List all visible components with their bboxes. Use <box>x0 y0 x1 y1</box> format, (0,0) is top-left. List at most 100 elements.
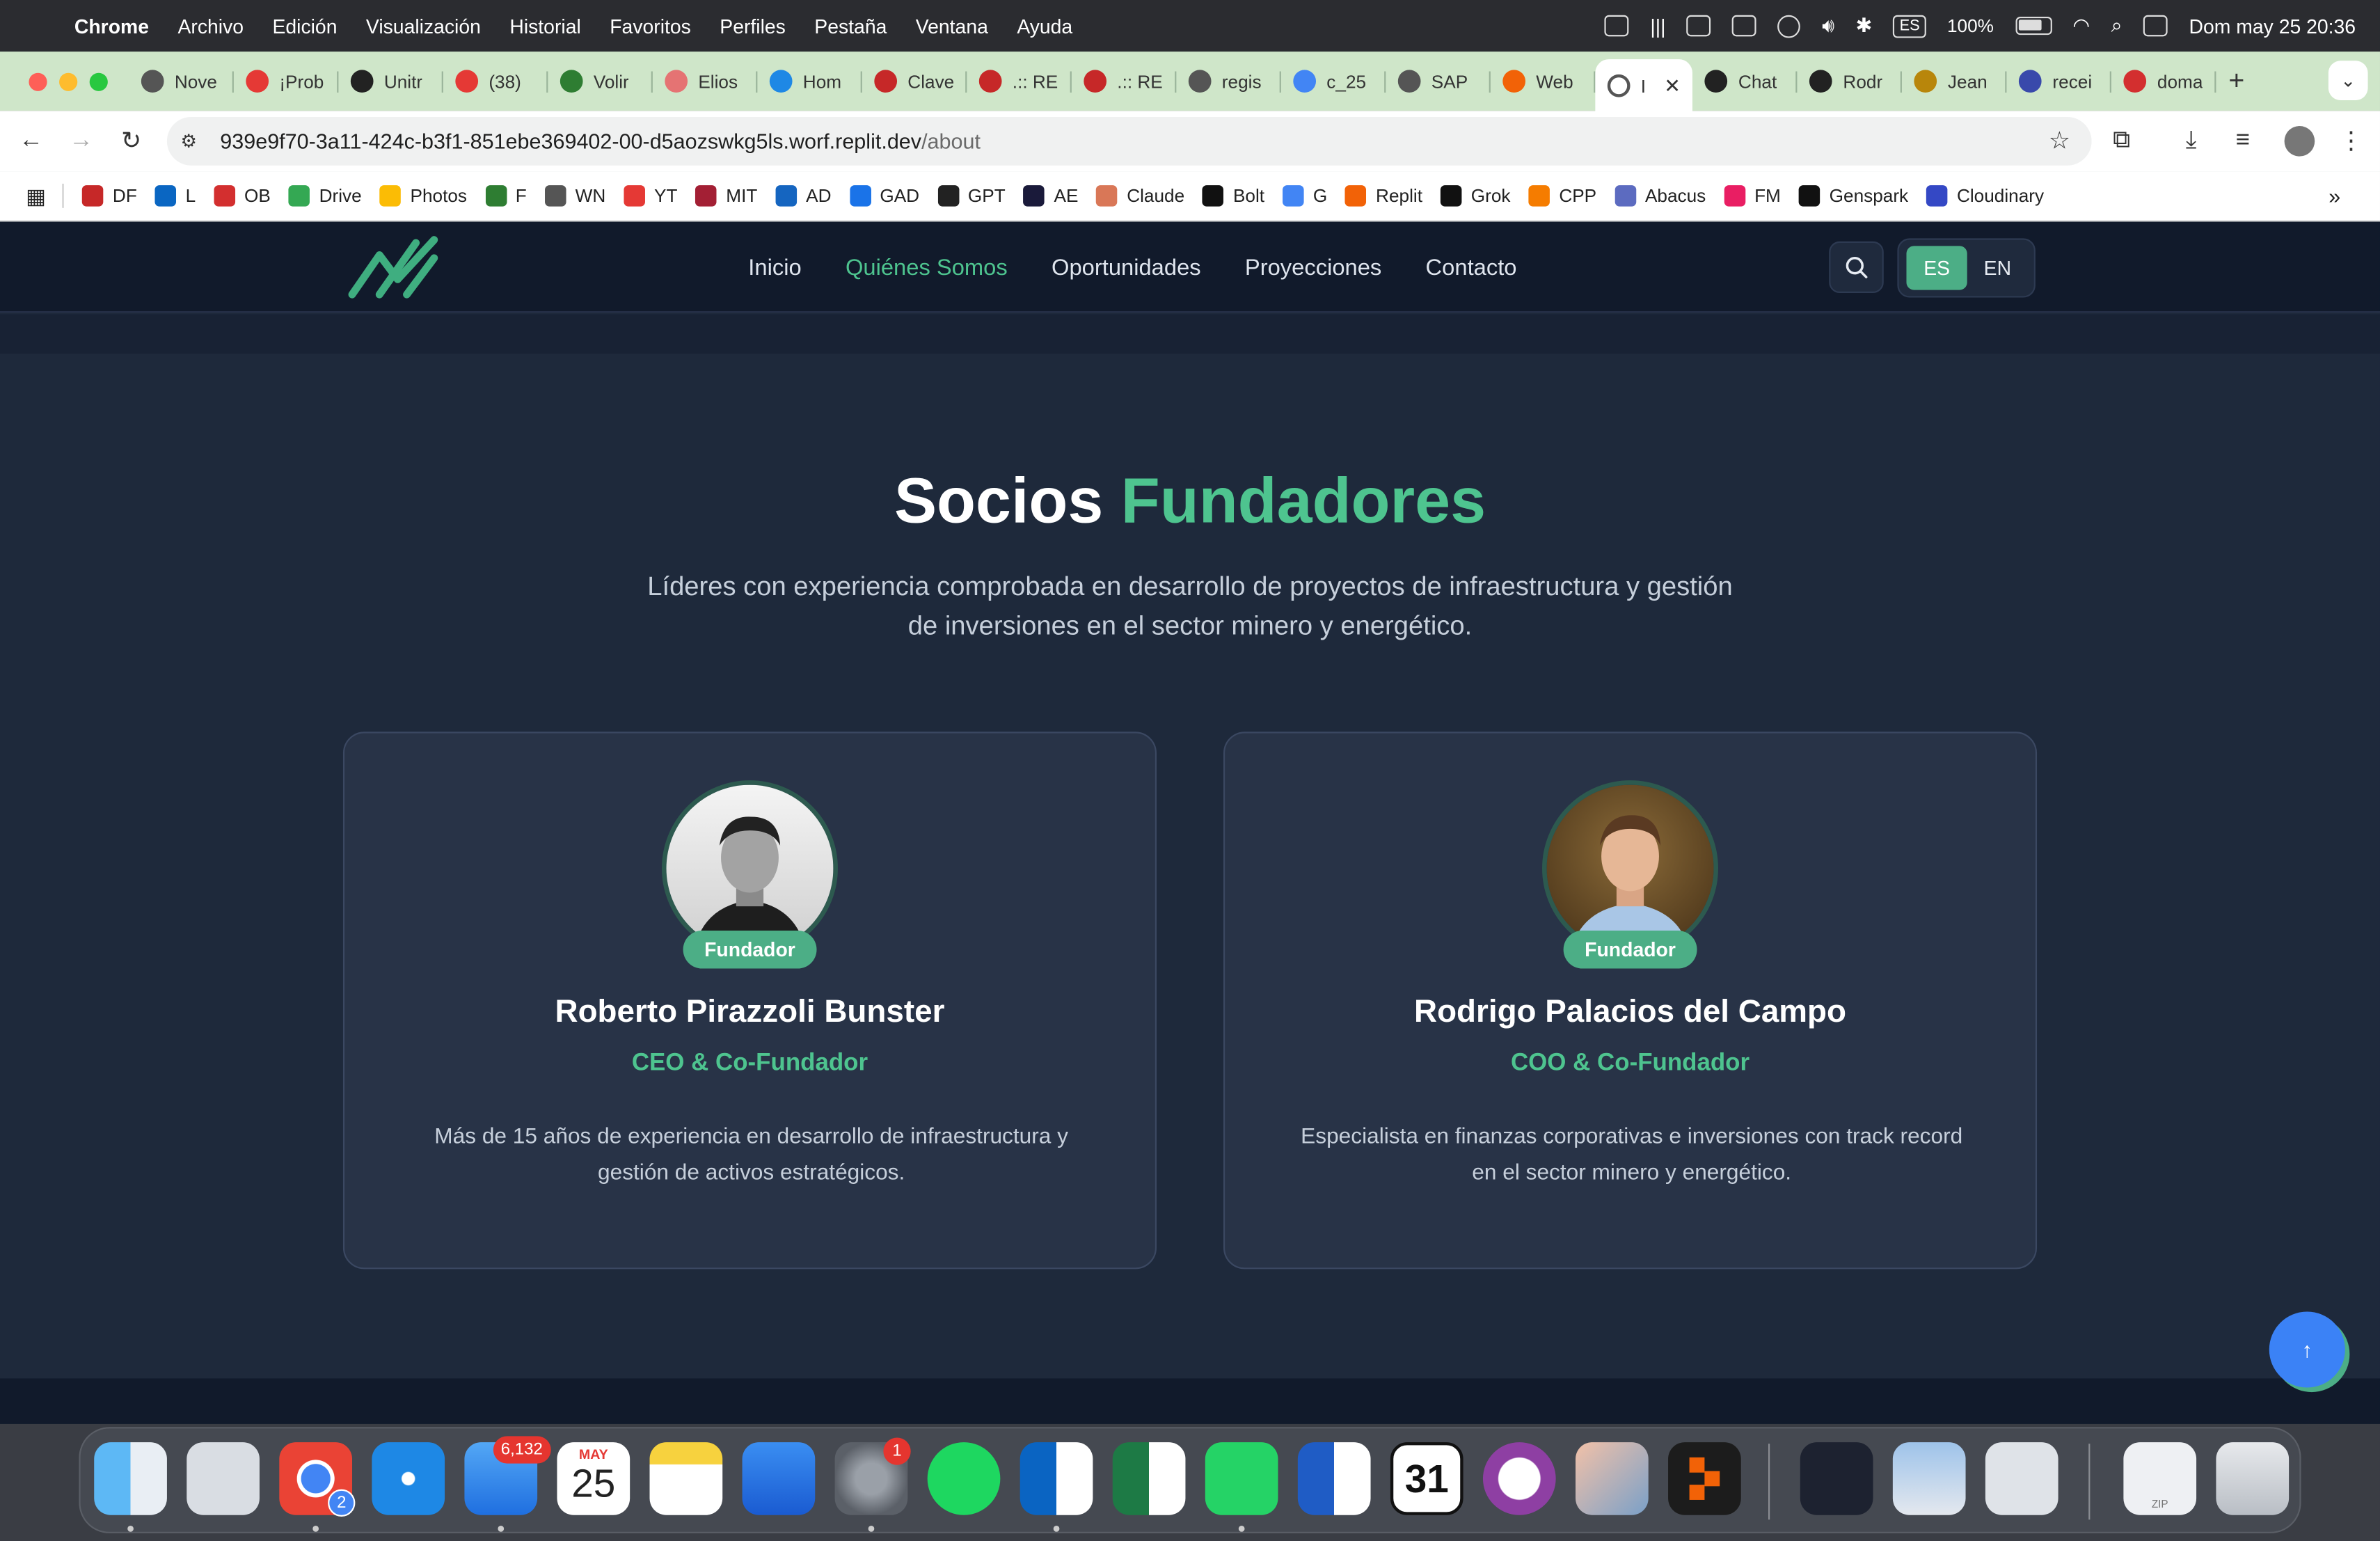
zoom-window-button[interactable] <box>89 72 108 90</box>
utility-icon[interactable] <box>1985 1442 2058 1515</box>
lang-en-button[interactable]: EN <box>1967 246 2028 290</box>
menu-perfiles[interactable]: Perfiles <box>720 15 786 38</box>
bookmark-ob[interactable]: OB <box>214 185 271 207</box>
nav-quienes-somos[interactable]: Quiénes Somos <box>846 254 1008 280</box>
tab-active[interactable]: I ✕ <box>1595 58 1693 113</box>
tab-a-6[interactable]: Hom <box>757 58 862 104</box>
forward-button[interactable]: → <box>56 127 106 155</box>
play-icon[interactable] <box>1777 14 1801 38</box>
menu-app-name[interactable]: Chrome <box>74 15 149 38</box>
finder-icon[interactable] <box>94 1442 167 1515</box>
tab-b-0[interactable]: Chat <box>1692 58 1798 104</box>
minimize-window-button[interactable] <box>59 72 78 90</box>
more-bookmarks-icon[interactable]: » <box>2329 184 2340 208</box>
tab-a-9[interactable]: .:: RE <box>1072 58 1177 104</box>
bookmark-gpt[interactable]: GPT <box>937 185 1006 207</box>
whatsapp-icon[interactable] <box>1205 1442 1278 1515</box>
spotlight-icon[interactable]: ⌕ <box>2111 14 2123 38</box>
menu-visualizacion[interactable]: Visualización <box>366 15 481 38</box>
tab-a-11[interactable]: c_25 <box>1281 58 1386 104</box>
replit-icon[interactable] <box>1668 1442 1741 1515</box>
close-tab-icon[interactable]: ✕ <box>1664 74 1681 98</box>
tab-a-4[interactable]: Volir <box>548 58 653 104</box>
bookmark-star-icon[interactable]: ☆ <box>2049 126 2070 157</box>
bookmark-drive[interactable]: Drive <box>288 185 362 207</box>
tab-b-2[interactable]: Jean <box>1902 58 2007 104</box>
wifi-icon[interactable]: ◠ <box>2072 14 2090 38</box>
bookmark-mit[interactable]: MIT <box>695 185 757 207</box>
battery-icon[interactable] <box>2015 16 2052 35</box>
bookmark-df[interactable]: DF <box>82 185 137 207</box>
bookmark-ad[interactable]: AD <box>775 185 832 207</box>
webex-icon[interactable] <box>1800 1442 1873 1515</box>
scroll-to-top-button[interactable]: ↑ <box>2269 1311 2345 1388</box>
tab-search-button[interactable]: ⌄ <box>2328 61 2368 100</box>
bookmark-wn[interactable]: WN <box>544 185 605 207</box>
back-button[interactable]: ← <box>6 127 56 155</box>
iphone-mirroring-icon[interactable] <box>1576 1442 1649 1515</box>
nav-inicio[interactable]: Inicio <box>748 254 801 280</box>
control-center-icon[interactable] <box>2143 15 2168 37</box>
url-text[interactable]: 939e9f70-3a11-424c-b3f1-851ebe369402-00-… <box>220 129 981 153</box>
menu-edicion[interactable]: Edición <box>272 15 337 38</box>
bookmark-cpp[interactable]: CPP <box>1528 185 1596 207</box>
new-tab-button[interactable]: + <box>2228 65 2244 97</box>
audio-wave-icon[interactable]: ||| <box>1650 15 1665 38</box>
outlook-icon[interactable] <box>1020 1442 1093 1515</box>
menu-archivo[interactable]: Archivo <box>177 15 244 38</box>
volume-icon[interactable]: 🔊︎ <box>1822 14 1834 38</box>
zip-file-icon[interactable]: ZIP <box>2123 1442 2197 1515</box>
download-icon[interactable]: ⤓ <box>2186 111 2196 171</box>
nav-proyecciones[interactable]: Proyecciones <box>1245 254 1381 280</box>
address-bar[interactable]: ⚙ 939e9f70-3a11-424c-b3f1-851ebe369402-0… <box>166 116 2092 166</box>
translate-icon[interactable] <box>1604 15 1629 37</box>
nav-contacto[interactable]: Contacto <box>1426 254 1517 280</box>
menu-pestana[interactable]: Pestaña <box>814 15 887 38</box>
apps-grid-icon[interactable]: ▦ <box>26 183 46 209</box>
bookmark-bolt[interactable]: Bolt <box>1203 185 1264 207</box>
close-window-button[interactable] <box>29 72 47 90</box>
tab-a-12[interactable]: SAP <box>1386 58 1491 104</box>
bookmark-g[interactable]: G <box>1283 185 1327 207</box>
bookmark-photos[interactable]: Photos <box>379 185 467 207</box>
drive-icon[interactable] <box>1732 15 1757 37</box>
tab-b-1[interactable]: Rodr <box>1798 58 1903 104</box>
tab-a-0[interactable]: Nove <box>129 58 234 104</box>
menu-ayuda[interactable]: Ayuda <box>1017 15 1072 38</box>
bookmark-fm[interactable]: FM <box>1724 185 1781 207</box>
site-search-button[interactable] <box>1829 241 1884 293</box>
tab-a-8[interactable]: .:: RE <box>967 58 1072 104</box>
bookmark-claude[interactable]: Claude <box>1096 185 1184 207</box>
safari-icon[interactable] <box>372 1442 445 1515</box>
tab-b-3[interactable]: recei <box>2007 58 2112 104</box>
bookmark-replit[interactable]: Replit <box>1345 185 1422 207</box>
calendar2-icon[interactable]: 31 <box>1390 1442 1463 1515</box>
bookmark-grok[interactable]: Grok <box>1441 185 1511 207</box>
window-icon[interactable] <box>1687 15 1711 37</box>
recorder-icon[interactable] <box>1482 1442 1556 1515</box>
menu-ventana[interactable]: Ventana <box>916 15 988 38</box>
chrome-menu-icon[interactable]: ⋮ <box>2339 111 2363 171</box>
input-source-badge[interactable]: ES <box>1893 14 1926 38</box>
spotify-icon[interactable] <box>927 1442 1001 1515</box>
reload-button[interactable]: ↻ <box>106 126 157 157</box>
profile-avatar[interactable] <box>2284 126 2315 157</box>
nav-oportunidades[interactable]: Oportunidades <box>1052 254 1201 280</box>
tab-a-10[interactable]: regis <box>1176 58 1281 104</box>
bookmark-l[interactable]: L <box>154 185 196 207</box>
trash-icon[interactable] <box>2216 1442 2290 1515</box>
site-info-icon[interactable]: ⚙ <box>181 131 205 152</box>
tab-b-4[interactable]: doma <box>2111 58 2216 104</box>
menu-historial[interactable]: Historial <box>509 15 580 38</box>
launchpad-icon[interactable] <box>187 1442 260 1515</box>
keynote-icon[interactable] <box>742 1442 816 1515</box>
extensions-icon[interactable]: ⧉ <box>2113 111 2130 171</box>
notes-icon[interactable] <box>649 1442 723 1515</box>
bookmark-ae[interactable]: AE <box>1023 185 1078 207</box>
bookmark-gad[interactable]: GAD <box>849 185 919 207</box>
bookmark-f[interactable]: F <box>485 185 527 207</box>
excel-icon[interactable] <box>1112 1442 1186 1515</box>
tab-a-3[interactable]: (38) <box>443 58 548 104</box>
tab-a-7[interactable]: Clave <box>862 58 967 104</box>
media-control-icon[interactable]: ≡ <box>2236 111 2250 171</box>
